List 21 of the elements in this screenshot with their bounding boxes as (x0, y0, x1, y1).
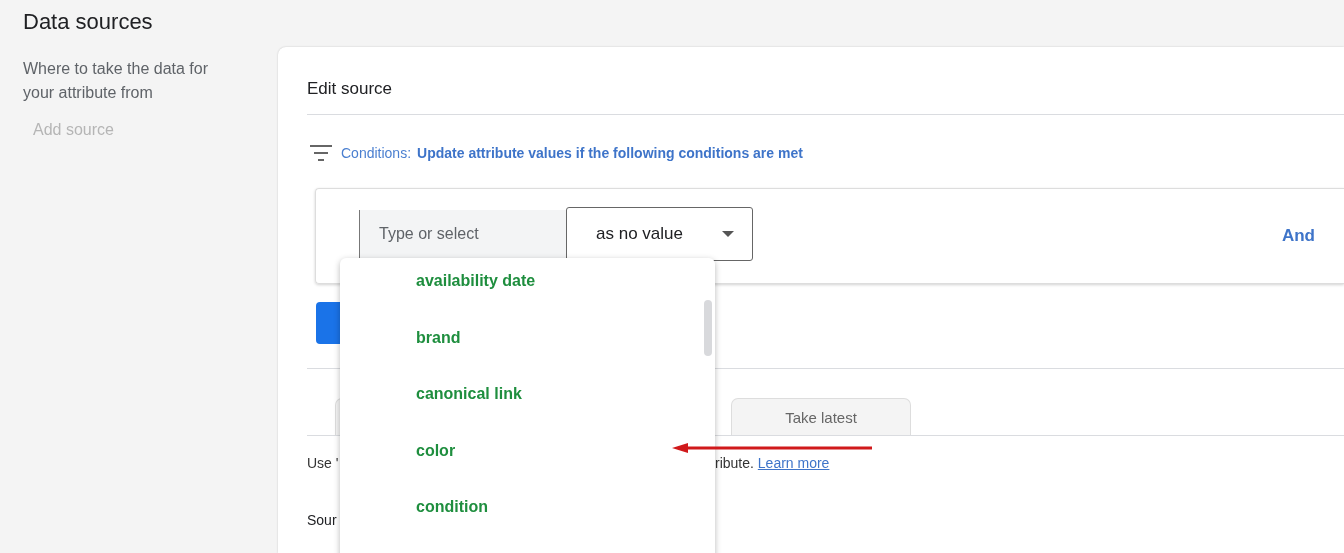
filter-icon (310, 145, 332, 161)
sidebar-description: Where to take the data for your attribute from (23, 59, 209, 103)
caret-icon (722, 231, 734, 237)
page-title: Data sources (23, 9, 154, 35)
dropdown-item[interactable]: canonical link (340, 371, 715, 428)
scrollbar-thumb[interactable] (704, 300, 712, 356)
dropdown-item[interactable]: color (340, 427, 715, 484)
learn-more-link[interactable]: Learn more (757, 455, 830, 471)
editor-title: Edit source (307, 79, 394, 99)
and-button[interactable]: And (1281, 226, 1315, 246)
help-text: Use ' (307, 455, 340, 471)
dropdown-item[interactable]: availability date (340, 258, 715, 315)
help-text: ribute. (715, 455, 754, 471)
conditions-label: Conditions: (341, 145, 412, 161)
conditions-text: Update attribute values if the following conditions are met (417, 145, 803, 161)
source-label: Sour (307, 512, 338, 528)
dropdown-item[interactable]: condition (340, 484, 715, 541)
tab[interactable]: Take latest (731, 398, 911, 435)
operator-select[interactable]: as no value (566, 207, 753, 261)
dropdown-item[interactable]: brand (340, 314, 715, 371)
attribute-field[interactable]: Type or select (359, 210, 566, 258)
